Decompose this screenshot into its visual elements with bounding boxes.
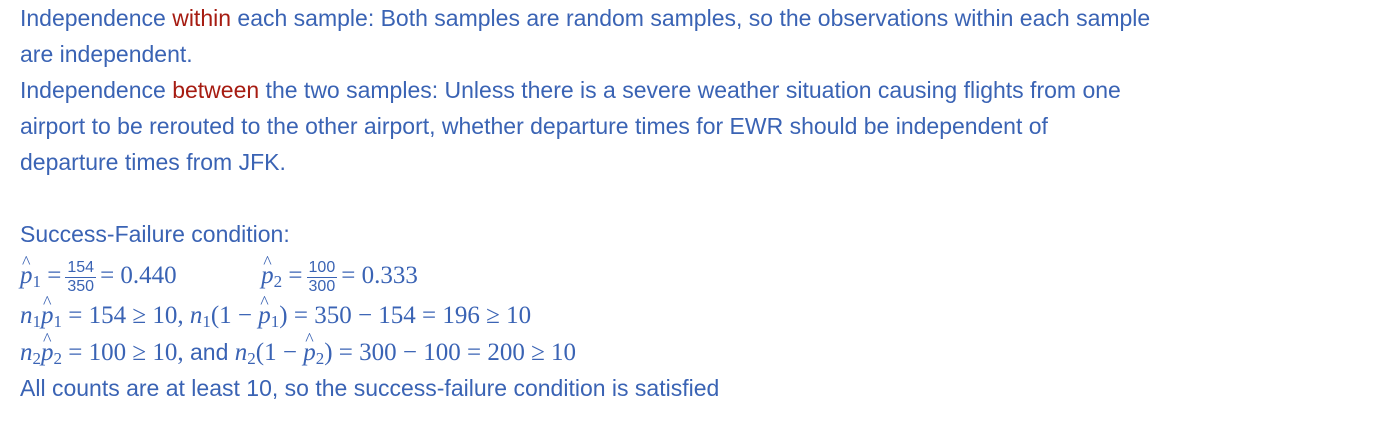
success-failure-section: Success-Failure condition: p1 =154350= 0…	[20, 216, 1360, 406]
subscript: 1	[32, 272, 42, 291]
subscript: 1	[32, 312, 42, 331]
proportion-estimates: p1 =154350= 0.440 p2 =100300= 0.333	[20, 254, 1360, 298]
text-line: airport to be rerouted to the other airp…	[20, 113, 1048, 139]
keyword-between: between	[172, 77, 260, 103]
p2-result: 0.333	[361, 262, 418, 289]
rhs: = 300 − 100 = 200 ≥ 10	[338, 339, 577, 366]
sample-two-counts: n2p2 = 100 ≥ 10, and n2(1 − p2) = 300 − …	[20, 334, 1360, 370]
text-line: are independent.	[20, 41, 193, 67]
subscript: 1	[270, 312, 280, 331]
numerator: 100	[306, 258, 338, 278]
subscript: 2	[53, 349, 63, 368]
subscript: 2	[32, 349, 42, 368]
keyword-within: within	[172, 5, 232, 31]
independence-between-paragraph: Independence between the two samples: Un…	[20, 72, 1360, 180]
conjunction: and	[183, 339, 235, 365]
sample-one-counts: n1p1 = 154 ≥ 10, n1(1 − p1) = 350 − 154 …	[20, 298, 1360, 334]
denominator: 350	[67, 277, 95, 295]
independence-within-paragraph: Independence within each sample: Both sa…	[20, 0, 1360, 72]
subscript: 1	[53, 312, 63, 331]
fraction-p1: 154 350	[65, 258, 97, 296]
value: 100 ≥ 10,	[88, 339, 184, 366]
subscript: 1	[202, 312, 211, 331]
section-heading: Success-Failure condition:	[20, 221, 290, 247]
text-line: departure times from JFK.	[20, 149, 286, 175]
subscript: 2	[315, 349, 325, 368]
conclusion: All counts are at least 10, so the succe…	[20, 375, 720, 401]
text-span: each sample: Both samples are random sam…	[231, 5, 1151, 31]
denominator: 300	[308, 277, 336, 295]
subscript: 2	[247, 349, 256, 368]
rhs: = 350 − 154 = 196 ≥ 10	[293, 302, 532, 329]
value: 154 ≥ 10,	[88, 302, 184, 329]
document-body: Independence within each sample: Both sa…	[20, 0, 1360, 406]
text-line: Independence within each sample: Both sa…	[20, 0, 1360, 36]
p-hat-symbol: p	[20, 254, 33, 298]
text-span: Independence	[20, 5, 173, 31]
text-span: Independence	[20, 77, 173, 103]
numerator: 154	[65, 258, 97, 278]
subscript: 2	[273, 272, 283, 291]
fraction-p2: 100 300	[306, 258, 338, 296]
p1-result: 0.440	[120, 262, 177, 289]
text-span: the two samples: Unless there is a sever…	[259, 77, 1121, 103]
text-line: Independence between the two samples: Un…	[20, 72, 1360, 108]
